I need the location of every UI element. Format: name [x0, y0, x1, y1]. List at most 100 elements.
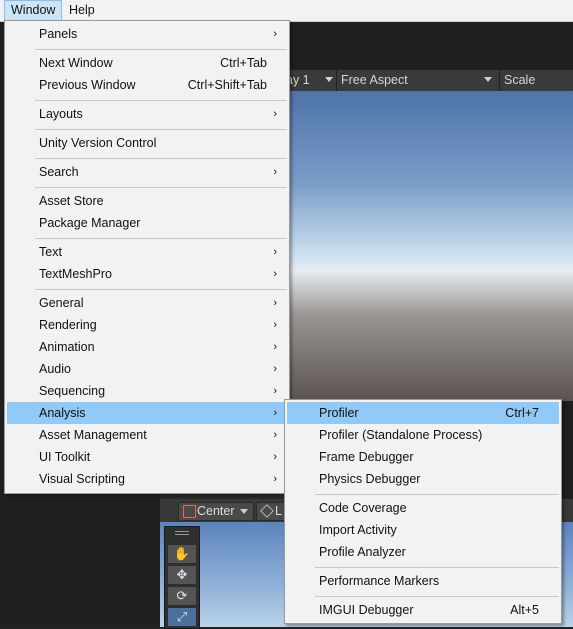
- menu-item-label: Asset Management: [39, 428, 147, 442]
- menu-item-layouts[interactable]: Layouts ›: [7, 103, 287, 125]
- menu-item-shortcut: Ctrl+Shift+Tab: [187, 78, 267, 92]
- menu-item-profile-analyzer[interactable]: Profile Analyzer: [287, 541, 559, 563]
- menu-item-textmeshpro[interactable]: TextMeshPro ›: [7, 263, 287, 285]
- aspect-dropdown-label[interactable]: Free Aspect: [341, 73, 408, 87]
- menu-item-performance-markers[interactable]: Performance Markers: [287, 570, 559, 592]
- chevron-right-icon: ›: [273, 363, 277, 375]
- menu-separator: [315, 596, 559, 597]
- menu-item-shortcut: Alt+5: [510, 603, 539, 617]
- menu-item-sequencing[interactable]: Sequencing ›: [7, 380, 287, 402]
- menu-item-profiler[interactable]: Profiler Ctrl+7: [287, 402, 559, 424]
- menu-separator: [35, 289, 287, 290]
- menu-item-analysis[interactable]: Analysis ›: [7, 402, 287, 424]
- scene-tool-palette: ✋ ✥ ⟳ ⤢: [164, 526, 200, 629]
- pivot-mode-label: Center: [197, 504, 235, 518]
- menu-item-search[interactable]: Search ›: [7, 161, 287, 183]
- menu-item-imgui-debugger[interactable]: IMGUI Debugger Alt+5: [287, 599, 559, 621]
- chevron-right-icon: ›: [273, 28, 277, 40]
- chevron-right-icon: ›: [273, 108, 277, 120]
- chevron-down-icon: [240, 509, 248, 514]
- menu-item-label: Asset Store: [39, 194, 104, 208]
- display-dropdown-arrow-icon[interactable]: [325, 77, 333, 82]
- menu-item-label: UI Toolkit: [39, 450, 91, 464]
- menu-item-label: Code Coverage: [319, 501, 407, 515]
- menu-item-audio[interactable]: Audio ›: [7, 358, 287, 380]
- menu-item-label: TextMeshPro: [39, 267, 112, 281]
- aspect-dropdown-arrow-icon[interactable]: [484, 77, 492, 82]
- menu-item-label: Rendering: [39, 318, 97, 332]
- menubar-help[interactable]: Help: [63, 1, 101, 20]
- menubar-window[interactable]: Window: [4, 0, 63, 21]
- main-menubar: Window Help: [0, 0, 573, 22]
- scale-tool-icon[interactable]: ⤢: [168, 608, 196, 626]
- menu-item-label: Profile Analyzer: [319, 545, 406, 559]
- chevron-right-icon: ›: [273, 246, 277, 258]
- menu-item-next-window[interactable]: Next Window Ctrl+Tab: [7, 52, 287, 74]
- menu-item-label: Performance Markers: [319, 574, 440, 588]
- toolbar-divider: [336, 70, 337, 91]
- chevron-right-icon: ›: [273, 341, 277, 353]
- menu-item-unity-version-control[interactable]: Unity Version Control: [7, 132, 287, 154]
- menu-separator: [315, 494, 559, 495]
- move-tool-icon[interactable]: ✥: [168, 566, 196, 584]
- menu-item-panels[interactable]: Panels ›: [7, 23, 287, 45]
- menu-item-general[interactable]: General ›: [7, 292, 287, 314]
- menu-item-rendering[interactable]: Rendering ›: [7, 314, 287, 336]
- window-menu: Panels › Next Window Ctrl+Tab Previous W…: [4, 20, 290, 494]
- menu-item-label: Animation: [39, 340, 95, 354]
- menu-item-label: Physics Debugger: [319, 472, 421, 486]
- menu-item-previous-window[interactable]: Previous Window Ctrl+Shift+Tab: [7, 74, 287, 96]
- chevron-right-icon: ›: [273, 319, 277, 331]
- menu-item-physics-debugger[interactable]: Physics Debugger: [287, 468, 559, 490]
- chevron-right-icon: ›: [273, 297, 277, 309]
- menu-separator: [35, 158, 287, 159]
- menu-separator: [35, 238, 287, 239]
- menu-item-text[interactable]: Text ›: [7, 241, 287, 263]
- rotate-tool-icon[interactable]: ⟳: [168, 587, 196, 605]
- chevron-right-icon: ›: [273, 268, 277, 280]
- drag-handle-icon[interactable]: [175, 531, 189, 532]
- chevron-right-icon: ›: [273, 166, 277, 178]
- menu-item-asset-store[interactable]: Asset Store: [7, 190, 287, 212]
- game-view-toolbar: ay 1 Free Aspect Scale: [282, 70, 573, 92]
- menu-item-asset-management[interactable]: Asset Management ›: [7, 424, 287, 446]
- menu-item-shortcut: Ctrl+Tab: [220, 56, 267, 70]
- menu-item-shortcut: Ctrl+7: [505, 406, 539, 420]
- menu-item-label: Search: [39, 165, 79, 179]
- menu-item-label: Next Window: [39, 56, 113, 70]
- menu-separator: [35, 187, 287, 188]
- menu-item-label: Unity Version Control: [39, 136, 157, 150]
- menu-item-ui-toolkit[interactable]: UI Toolkit ›: [7, 446, 287, 468]
- menu-item-visual-scripting[interactable]: Visual Scripting ›: [7, 468, 287, 490]
- menu-item-animation[interactable]: Animation ›: [7, 336, 287, 358]
- pivot-center-icon: [183, 505, 196, 518]
- scale-label: Scale: [504, 73, 536, 87]
- menu-item-label: IMGUI Debugger: [319, 603, 414, 617]
- menu-item-label: Frame Debugger: [319, 450, 414, 464]
- menu-item-profiler-standalone[interactable]: Profiler (Standalone Process): [287, 424, 559, 446]
- menu-item-package-manager[interactable]: Package Manager: [7, 212, 287, 234]
- menu-item-label: Visual Scripting: [39, 472, 125, 486]
- menu-item-label: Audio: [39, 362, 71, 376]
- game-view-viewport[interactable]: [282, 91, 573, 401]
- menu-item-label: General: [39, 296, 84, 310]
- menu-item-import-activity[interactable]: Import Activity: [287, 519, 559, 541]
- menu-item-frame-debugger[interactable]: Frame Debugger: [287, 446, 559, 468]
- menu-item-code-coverage[interactable]: Code Coverage: [287, 497, 559, 519]
- chevron-right-icon: ›: [273, 429, 277, 441]
- chevron-right-icon: ›: [273, 473, 277, 485]
- menu-item-label: Profiler (Standalone Process): [319, 428, 483, 442]
- menu-separator: [35, 129, 287, 130]
- menu-separator: [315, 567, 559, 568]
- chevron-right-icon: ›: [273, 407, 277, 419]
- pivot-mode-dropdown[interactable]: Center: [178, 502, 254, 521]
- menu-item-label: Analysis: [39, 406, 86, 420]
- menu-item-label: Profiler: [319, 406, 359, 420]
- toolbar-divider: [499, 70, 500, 91]
- pivot-rotation-label: L: [275, 504, 282, 518]
- hand-tool-icon[interactable]: ✋: [168, 545, 196, 563]
- chevron-right-icon: ›: [273, 451, 277, 463]
- cube-icon: [260, 504, 274, 518]
- menu-item-label: Package Manager: [39, 216, 141, 230]
- menu-item-label: Import Activity: [319, 523, 397, 537]
